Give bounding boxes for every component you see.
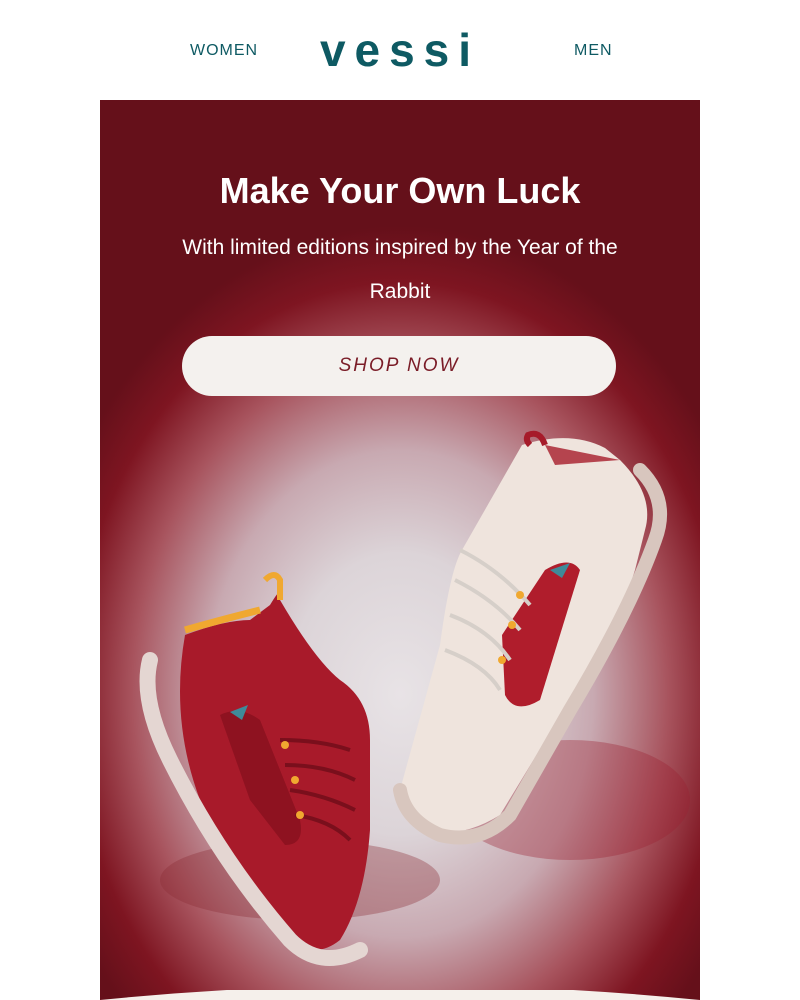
bottom-curve-divider	[100, 990, 700, 1000]
shop-now-button[interactable]: SHOP NOW	[182, 336, 616, 396]
nav-men-link[interactable]: MEN	[574, 42, 613, 60]
hero-subtitle: With limited editions inspired by the Ye…	[182, 236, 618, 303]
hero-banner[interactable]: Make Your Own Luck With limited editions…	[100, 100, 700, 1000]
top-navigation: WOMEN vessi MEN	[0, 0, 800, 100]
vessi-logo[interactable]: vessi	[0, 22, 800, 78]
hero-title: Make Your Own Luck	[219, 170, 581, 211]
